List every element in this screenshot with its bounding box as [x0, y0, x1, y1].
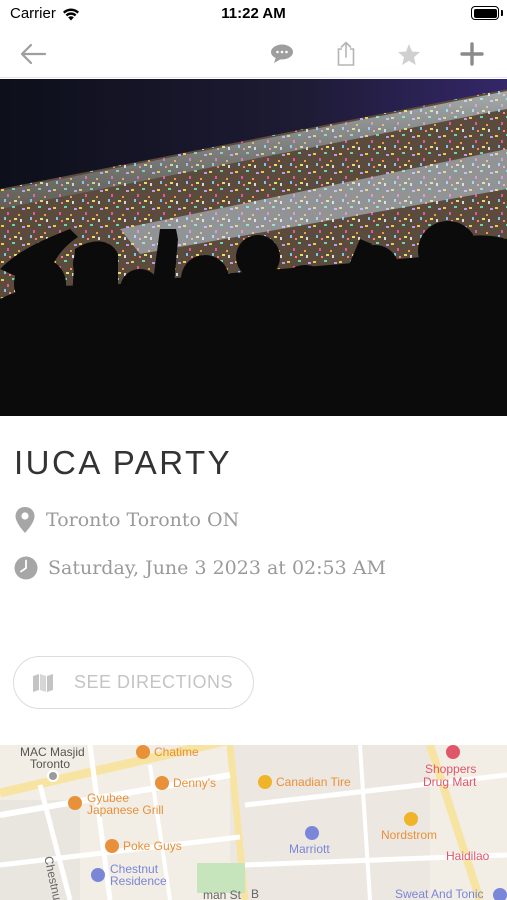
clock-icon	[14, 556, 38, 580]
event-hero-image	[0, 79, 507, 416]
map-poi-chatime: Chatime	[136, 745, 199, 759]
back-arrow-icon	[20, 43, 47, 65]
map-poi-dennys: Denny's	[155, 776, 216, 790]
event-map[interactable]: MAC Masjid Toronto Chatime Denny's Canad…	[0, 745, 507, 900]
event-location: Toronto Toronto ON	[46, 509, 240, 531]
favorite-button[interactable]	[392, 38, 426, 70]
nav-bar	[0, 30, 507, 78]
star-icon	[398, 43, 420, 65]
map-pin-sweat-and-tonic	[493, 888, 507, 900]
map-pin-marriott	[305, 826, 319, 840]
map-poi-poke-guys-label: Poke Guys	[123, 839, 182, 853]
map-label-toronto: Toronto	[30, 757, 71, 771]
map-label-residence: Residence	[110, 874, 167, 888]
map-label-japanese-grill: Japanese Grill	[87, 803, 164, 817]
map-poi-dennys-label: Denny's	[173, 776, 216, 790]
map-label-nordstrom: Nordstrom	[381, 828, 438, 842]
map-poi-canadian-tire: Canadian Tire	[258, 775, 351, 789]
battery-icon	[471, 6, 499, 20]
map-poi-poke-guys: Poke Guys	[105, 839, 182, 853]
map-label-drug-mart: Drug Mart	[423, 775, 477, 789]
event-title: IUCA PARTY	[14, 444, 233, 481]
map-icon	[33, 673, 53, 692]
back-button[interactable]	[16, 38, 50, 70]
map-label-marriott: Marriott	[289, 842, 330, 856]
concert-crowd-illustration	[0, 79, 507, 416]
share-button[interactable]	[329, 38, 363, 70]
share-icon	[337, 41, 355, 66]
map-label-sweat-and-tonic: Sweat And Tonic	[395, 887, 484, 900]
add-button[interactable]	[455, 38, 489, 70]
plus-icon	[460, 42, 484, 66]
datetime-row: Saturday, June 3 2023 at 02:53 AM	[14, 556, 386, 580]
see-directions-label: SEE DIRECTIONS	[74, 672, 234, 692]
map-street-man-st: man St	[203, 888, 242, 900]
map-pin-gyubee	[68, 796, 82, 810]
map-pin-nordstrom	[404, 812, 418, 826]
status-time: 11:22 AM	[221, 5, 286, 22]
map-poi-canadian-tire-label: Canadian Tire	[276, 775, 351, 789]
map-pin-chestnut-residence	[91, 868, 105, 882]
battery-nub	[501, 10, 503, 16]
see-directions-button[interactable]: SEE DIRECTIONS	[13, 656, 254, 709]
map-pin-shoppers	[446, 745, 460, 759]
map-poi-chatime-label: Chatime	[154, 745, 199, 759]
map-label-haidilao: Haidilao	[446, 849, 490, 863]
map-pin-icon	[15, 507, 35, 533]
map-pin-mosque	[47, 770, 59, 782]
map-street-b: B	[251, 887, 260, 900]
comment-icon	[271, 44, 293, 63]
comment-button[interactable]	[265, 38, 299, 70]
location-row: Toronto Toronto ON	[14, 506, 239, 534]
status-bar: Carrier 11:22 AM	[0, 0, 507, 30]
map-label-shoppers: Shoppers	[425, 762, 477, 776]
event-datetime: Saturday, June 3 2023 at 02:53 AM	[48, 557, 386, 579]
